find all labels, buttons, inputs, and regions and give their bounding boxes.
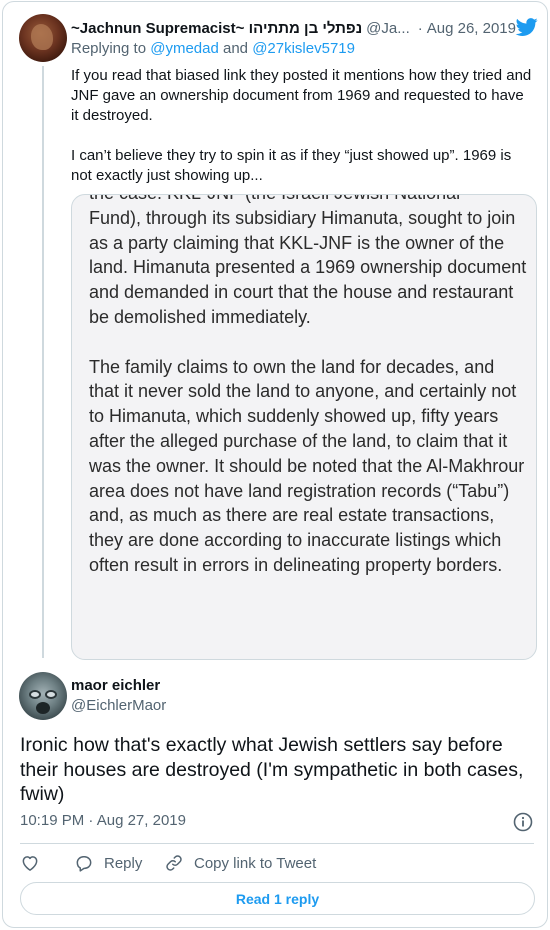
replying-to-line: Replying to @ymedad and @27kislev5719 bbox=[71, 40, 355, 57]
attached-image-article-excerpt[interactable]: the case. KKL-JNF (the Israeli Jewish Na… bbox=[71, 194, 537, 660]
parent-tweet-date[interactable]: Aug 26, 2019 bbox=[427, 20, 516, 37]
mention-ymedad[interactable]: @ymedad bbox=[150, 40, 219, 57]
replying-to-prefix: Replying to bbox=[71, 40, 147, 57]
avatar-jachnun[interactable] bbox=[19, 14, 67, 62]
tweet-date: Aug 27, 2019 bbox=[96, 812, 186, 829]
excerpt-paragraph-2: The family claims to own the land for de… bbox=[89, 356, 525, 575]
like-button[interactable] bbox=[20, 853, 74, 873]
parent-tweet-header: ~Jachnun Supremacist~ נפתלי בן מתתיהו @J… bbox=[71, 17, 541, 39]
parent-tweet-text: If you read that biased link they posted… bbox=[71, 66, 533, 186]
copy-link-button[interactable]: Copy link to Tweet bbox=[164, 853, 316, 873]
read-replies-button[interactable]: Read 1 reply bbox=[20, 882, 535, 915]
main-tweet-timestamp[interactable]: 10:19 PM · Aug 27, 2019 bbox=[20, 812, 186, 829]
replying-to-and: and bbox=[222, 40, 249, 57]
link-icon bbox=[166, 855, 182, 871]
reply-label: Reply bbox=[104, 854, 143, 872]
avatar-maor-eichler[interactable] bbox=[19, 672, 67, 720]
copy-link-label: Copy link to Tweet bbox=[194, 854, 317, 872]
reply-bubble-icon bbox=[76, 856, 92, 872]
timestamp-separator: · bbox=[88, 812, 94, 829]
actions-divider bbox=[20, 843, 534, 844]
parent-tweet-paragraph-2: I can’t believe they try to spin it as i… bbox=[71, 147, 512, 184]
tweet-embed-card: ~Jachnun Supremacist~ נפתלי בן מתתיהו @J… bbox=[2, 1, 548, 928]
article-excerpt-text: the case. KKL-JNF (the Israeli Jewish Na… bbox=[89, 195, 529, 603]
heart-icon bbox=[22, 856, 38, 871]
main-author-handle[interactable]: @EichlerMaor bbox=[71, 697, 166, 714]
twitter-bird-icon[interactable] bbox=[515, 16, 539, 38]
main-tweet-text: Ironic how that's exactly what Jewish se… bbox=[20, 734, 524, 805]
mention-27kislev5719[interactable]: @27kislev5719 bbox=[252, 40, 355, 57]
reply-button[interactable]: Reply bbox=[74, 853, 164, 873]
info-icon[interactable] bbox=[513, 812, 533, 832]
tweet-actions-bar: Reply Copy link to Tweet bbox=[20, 852, 316, 874]
tweet-time: 10:19 PM bbox=[20, 812, 85, 829]
excerpt-partial-top-line: the case. KKL-JNF (the Israeli Jewish Na… bbox=[89, 195, 460, 203]
parent-author-handle[interactable]: @Ja... bbox=[366, 20, 410, 37]
parent-separator: · bbox=[417, 19, 423, 37]
main-author-name[interactable]: maor eichler bbox=[71, 677, 160, 694]
excerpt-paragraph-1: Fund), through its subsidiary Himanuta, … bbox=[89, 207, 527, 327]
parent-tweet-paragraph-1: If you read that biased link they posted… bbox=[71, 67, 532, 124]
parent-author-name[interactable]: ~Jachnun Supremacist~ נפתלי בן מתתיהו bbox=[71, 20, 362, 37]
thread-line bbox=[42, 66, 44, 658]
